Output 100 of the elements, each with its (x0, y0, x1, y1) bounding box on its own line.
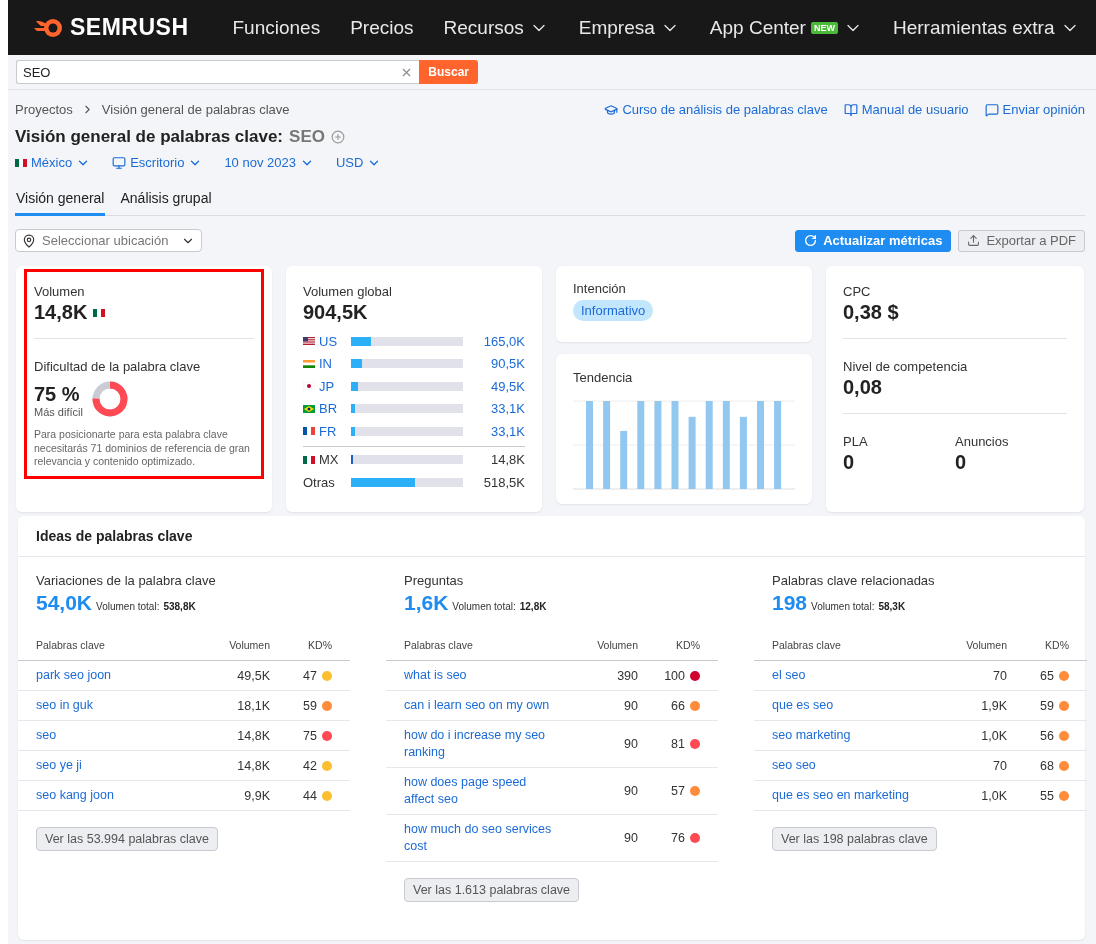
header-link[interactable]: Enviar opinión (984, 102, 1085, 117)
nav-item[interactable]: Recursos (443, 16, 549, 39)
keyword-link[interactable]: seo seo (772, 757, 937, 774)
add-icon[interactable] (330, 130, 345, 144)
keyword-link[interactable]: seo (36, 727, 200, 744)
card-label: PLA (843, 434, 869, 449)
view-all-button[interactable]: Ver las 53.994 palabras clave (36, 827, 218, 851)
location-select[interactable]: Seleccionar ubicación (15, 229, 202, 252)
new-badge: NEW (810, 21, 838, 34)
kd-value: 59 (1040, 698, 1054, 713)
country-code[interactable]: IN (319, 356, 332, 372)
nav-item[interactable]: Precios (350, 16, 414, 39)
keyword-link[interactable]: seo marketing (772, 727, 937, 744)
country-code[interactable]: US (319, 333, 338, 349)
card-label: Volumen global (303, 284, 393, 299)
country-volume: 518,5K (482, 474, 525, 490)
keyword-text: SEO (289, 127, 325, 147)
page-title: Visión general de palabras clave: (15, 127, 284, 147)
country-code[interactable]: BR (319, 401, 338, 417)
card-label: CPC (843, 284, 872, 299)
country-code[interactable]: JP (319, 378, 335, 394)
country-volume[interactable]: 33,1K (463, 423, 525, 439)
kd-value: 76 (671, 831, 685, 845)
total-label: Volumen total: (96, 601, 160, 612)
volume-cell-text: 18,1K (236, 698, 270, 713)
speech-bubble-icon (984, 102, 999, 117)
card-label: Nivel de competencia (843, 359, 969, 374)
pla-value: 0 (843, 451, 856, 474)
filter-dropdown[interactable]: 10 nov 2023 (224, 155, 314, 170)
keyword-link[interactable]: how does page speed affect seo (404, 774, 568, 808)
competition-value: 0,08 (843, 376, 883, 399)
kd-value: 66 (671, 698, 685, 713)
group-title: Palabras clave relacionadas (771, 573, 936, 588)
tab[interactable]: Análisis grupal (119, 190, 213, 216)
nav-item[interactable]: Empresa (578, 16, 680, 39)
kd-value: 100 (664, 668, 685, 683)
location-pin-icon (22, 233, 36, 248)
breadcrumb-link[interactable]: Visión general de palabras clave (101, 102, 290, 117)
volume-cell-text: 1,0K (980, 728, 1007, 743)
keyword-link[interactable]: how much do seo services cost (404, 821, 568, 855)
volume-cell-text: 390 (616, 668, 638, 683)
flag-icon (303, 404, 315, 413)
flag-icon (93, 308, 106, 317)
country-volume[interactable]: 165,0K (463, 333, 525, 349)
kd-value: 59 (303, 698, 317, 713)
nav-item[interactable]: App Center NEW (709, 16, 863, 39)
view-all-button[interactable]: Ver las 198 palabras clave (772, 827, 937, 851)
difficulty-text: Más difícil (34, 405, 83, 418)
nav-item[interactable]: Herramientas extra (892, 16, 1080, 39)
column-header: Volumen (596, 639, 638, 651)
keyword-link[interactable]: seo ye ji (36, 757, 200, 774)
intent-tag: Informativo (573, 300, 654, 321)
refresh-button[interactable]: Actualizar métricas (795, 229, 952, 252)
kd-value: 44 (303, 788, 317, 803)
kd-value: 55 (1040, 788, 1054, 803)
volume-cell-text: 1,9K (980, 698, 1007, 713)
tab[interactable]: Visión general (15, 190, 106, 216)
keyword-link[interactable]: el seo (772, 667, 937, 684)
group-title: Preguntas (403, 573, 465, 588)
kd-value: 65 (1040, 668, 1054, 683)
card-label: Intención (573, 281, 627, 296)
keyword-link[interactable]: park seo joon (36, 667, 200, 684)
card-label: Anuncios (955, 434, 1010, 449)
column-header: Palabras clave (404, 639, 474, 651)
keyword-link[interactable]: seo kang joon (36, 787, 200, 804)
header-link[interactable]: Curso de análisis de palabras clave (604, 102, 828, 117)
keyword-link[interactable]: can i learn seo on my own (404, 697, 568, 714)
kd-value: 47 (303, 668, 317, 683)
book-icon (843, 102, 858, 117)
country-volume[interactable]: 33,1K (463, 401, 525, 417)
filter-dropdown[interactable]: México (15, 155, 91, 170)
volume-cell-text: 90 (623, 737, 638, 751)
search-button[interactable]: Buscar (419, 60, 478, 84)
header-link[interactable]: Manual de usuario (843, 102, 969, 117)
card-label: Volumen (34, 284, 86, 299)
keyword-link[interactable]: what is seo (404, 667, 568, 684)
filter-dropdown[interactable]: Escritorio (112, 155, 203, 170)
breadcrumb-link[interactable]: Proyectos (15, 102, 73, 117)
volume-cell-text: 90 (623, 698, 638, 713)
logo-text: SEMRUSH (70, 14, 189, 41)
total-value: 538,8K (163, 601, 196, 612)
view-all-button[interactable]: Ver las 1.613 palabras clave (404, 878, 580, 902)
country-volume[interactable]: 49,5K (463, 378, 525, 394)
search-field[interactable]: SEO (16, 60, 420, 84)
export-button[interactable]: Exportar a PDF (958, 229, 1085, 252)
filter-dropdown[interactable]: USD (335, 155, 382, 170)
upload-icon (967, 234, 981, 247)
keyword-link[interactable]: que es seo (772, 697, 937, 714)
keyword-link[interactable]: how do i increase my seo ranking (404, 727, 568, 761)
country-volume: 14,8K (490, 452, 525, 468)
nav-item[interactable]: Funciones (232, 16, 321, 39)
keyword-link[interactable]: que es seo en marketing (772, 787, 937, 804)
keyword-link[interactable]: seo in guk (36, 697, 200, 714)
country-code: Otras (303, 474, 335, 490)
cpc-value: 0,38 $ (843, 301, 900, 324)
country-code[interactable]: FR (319, 423, 337, 439)
volume-cell-text: 49,5K (236, 668, 270, 683)
country-volume[interactable]: 90,5K (463, 356, 525, 372)
total-value: 12,8K (519, 601, 547, 612)
volume-cell-text: 90 (623, 831, 638, 845)
